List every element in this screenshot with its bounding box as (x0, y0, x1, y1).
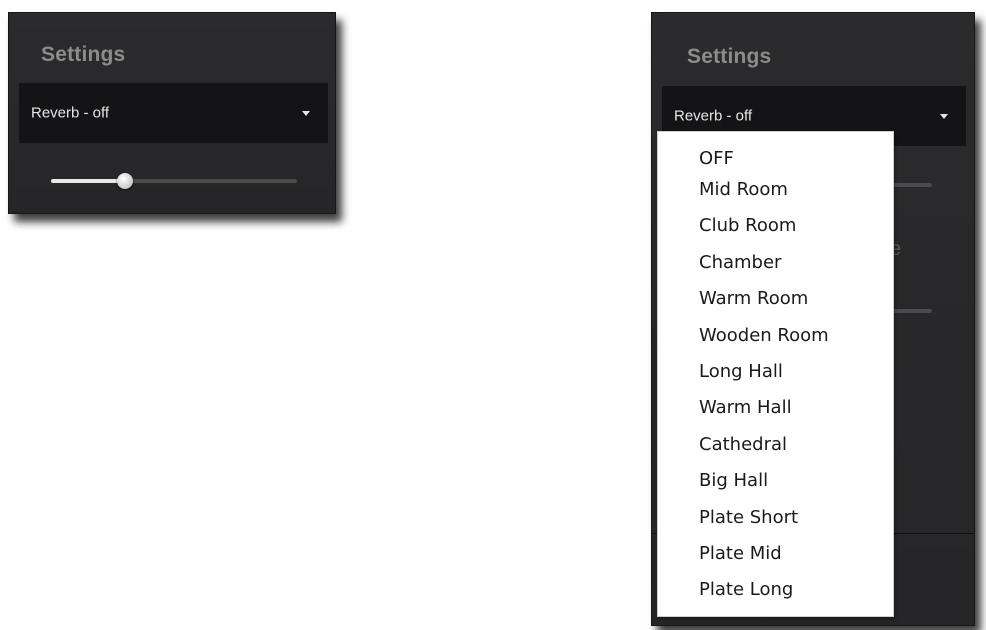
settings-panel-closed: Settings Reverb - off (8, 12, 336, 214)
caret-down-icon (940, 114, 948, 119)
menu-item-warm-hall[interactable]: Warm Hall (658, 390, 893, 426)
reverb-slider-fill (51, 179, 125, 183)
menu-item-plate-mid[interactable]: Plate Mid (658, 536, 893, 572)
menu-item-club-room[interactable]: Club Room (658, 208, 893, 244)
menu-item-mid-room[interactable]: Mid Room (658, 172, 893, 208)
slider-track-partial (892, 309, 932, 313)
caret-down-icon (302, 111, 310, 116)
panel-title: Settings (41, 43, 126, 66)
menu-item-chamber[interactable]: Chamber (658, 245, 893, 281)
menu-item-plate-short[interactable]: Plate Short (658, 500, 893, 536)
menu-item-plate-long[interactable]: Plate Long (658, 572, 893, 608)
menu-item-big-hall[interactable]: Big Hall (658, 463, 893, 499)
reverb-dropdown-value: Reverb - off (31, 104, 110, 122)
menu-item-long-hall[interactable]: Long Hall (658, 354, 893, 390)
reverb-slider-knob[interactable] (116, 173, 133, 189)
menu-item-warm-room[interactable]: Warm Room (658, 281, 893, 317)
menu-item-wooden-room[interactable]: Wooden Room (658, 318, 893, 354)
menu-item-off[interactable]: OFF (658, 146, 893, 172)
reverb-dropdown[interactable]: Reverb - off (19, 83, 328, 143)
reverb-dropdown-value: Reverb - off (674, 107, 753, 125)
reverb-options-menu: OFF Mid Room Club Room Chamber Warm Room Wood… (657, 131, 894, 617)
panel-title: Settings (687, 45, 772, 68)
stage: Settings Reverb - off Settings Reverb - … (0, 0, 986, 630)
menu-item-cathedral[interactable]: Cathedral (658, 427, 893, 463)
slider-track-partial (892, 183, 932, 187)
